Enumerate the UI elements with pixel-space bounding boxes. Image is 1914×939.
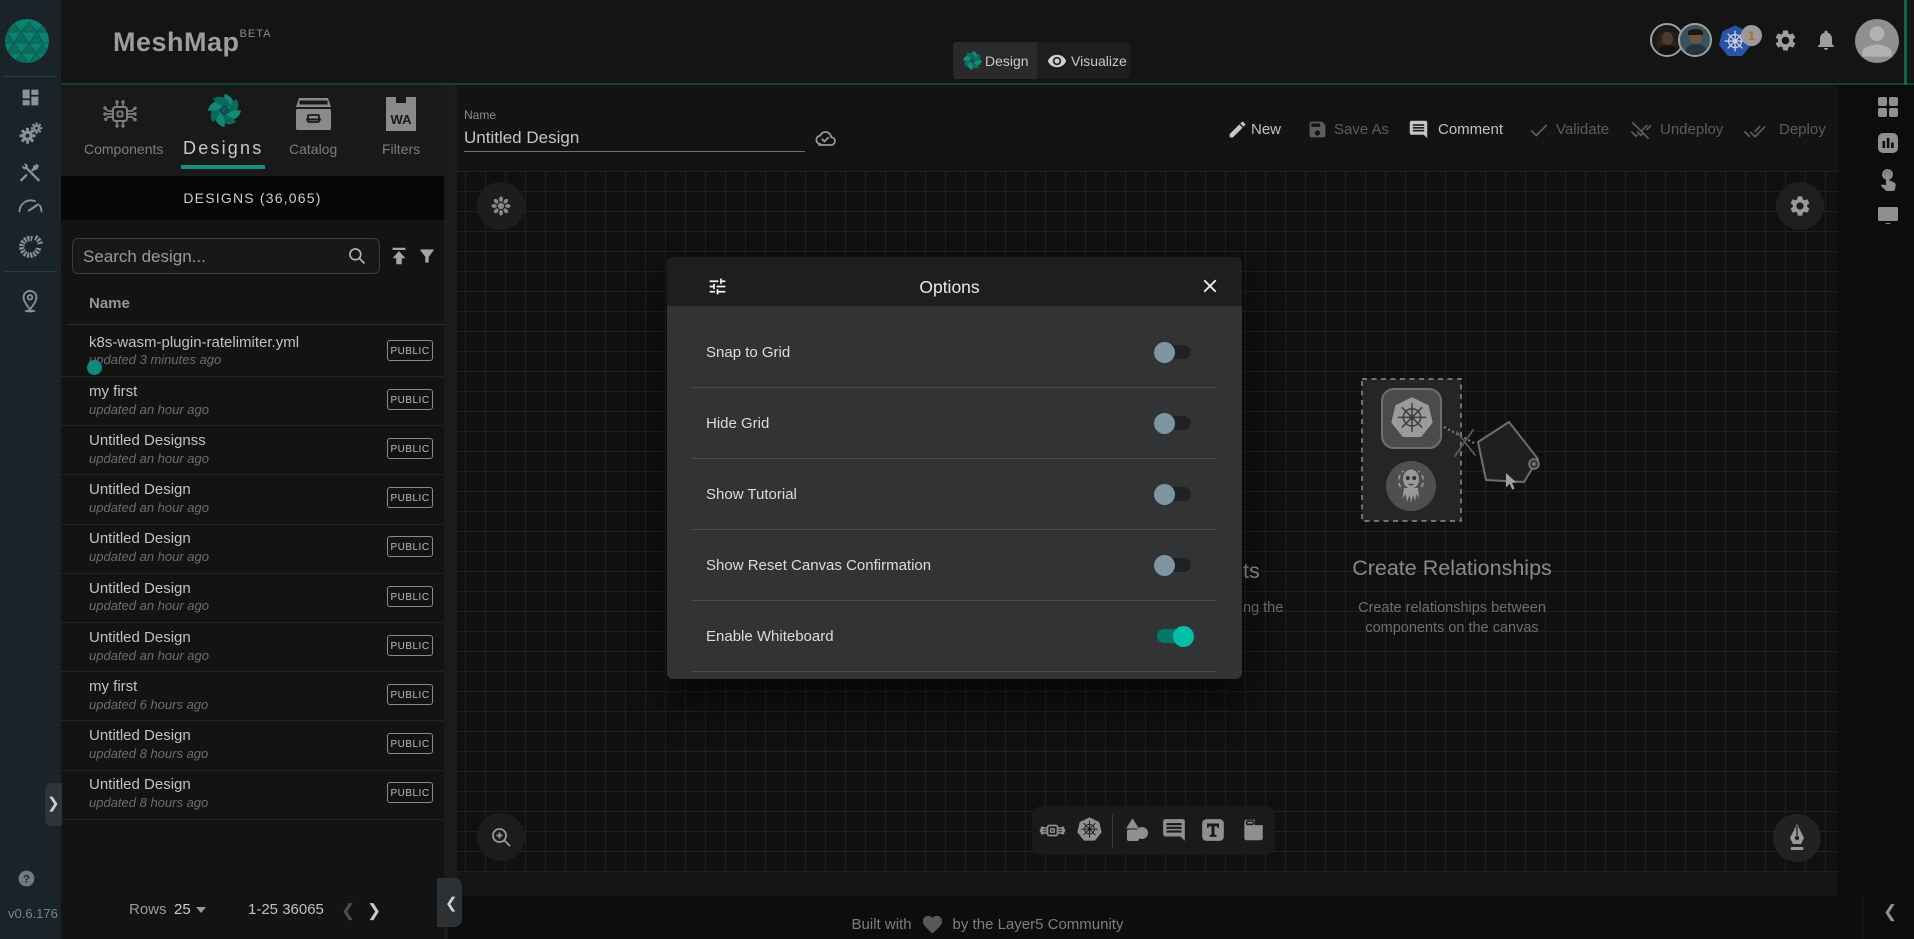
svg-text:WA: WA xyxy=(391,112,413,127)
svg-text:?: ? xyxy=(23,873,30,885)
